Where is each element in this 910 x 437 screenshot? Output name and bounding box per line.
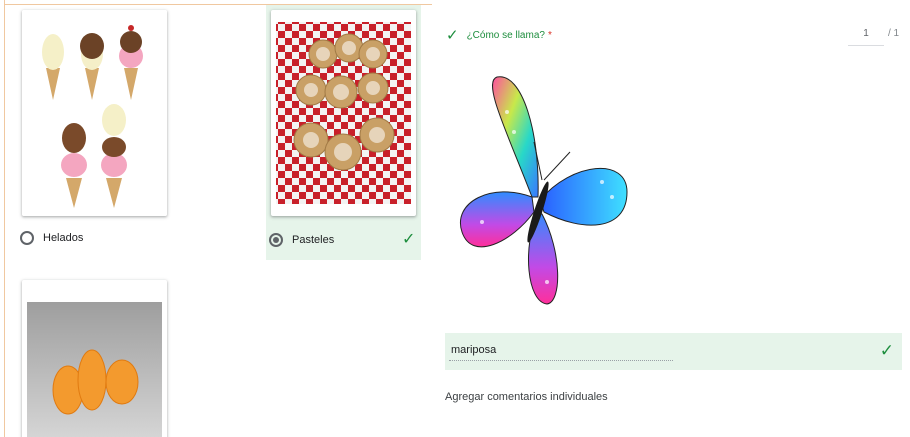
options-panel: Helados Pasteles ✓ (0, 0, 432, 437)
radio-helados[interactable] (20, 231, 34, 245)
correct-check-icon: ✓ (402, 231, 416, 248)
option-pasteles[interactable]: Pasteles (269, 228, 334, 252)
option-image-pasteles[interactable] (271, 10, 416, 216)
score-total: / 1 (888, 28, 900, 39)
answer-underline (449, 360, 673, 361)
add-feedback-link[interactable]: Agregar comentarios individuales (445, 391, 608, 403)
correct-check-icon: ✓ (879, 341, 894, 360)
answer-response: mariposa ✓ (445, 333, 902, 370)
option-label-helados: Helados (43, 232, 84, 244)
option-helados[interactable]: Helados (20, 226, 83, 250)
option-label-pasteles: Pasteles (292, 234, 335, 246)
option-image-gummies[interactable] (22, 280, 167, 437)
pastries-image (276, 22, 411, 204)
option-image-helados[interactable] (22, 10, 167, 216)
score-input[interactable]: 1 (848, 28, 884, 46)
butterfly-image (452, 72, 632, 312)
question-header: ✓ ¿Cómo se llama? * (446, 26, 552, 44)
answer-text: mariposa (451, 344, 497, 356)
ice-cream-image (22, 10, 167, 216)
gummies-image (27, 302, 162, 437)
correct-check-icon: ✓ (446, 27, 459, 44)
radio-pasteles-selected[interactable] (269, 233, 283, 247)
required-mark: * (547, 29, 552, 41)
question-title: ¿Cómo se llama? (466, 29, 545, 41)
panel-border (4, 0, 5, 437)
